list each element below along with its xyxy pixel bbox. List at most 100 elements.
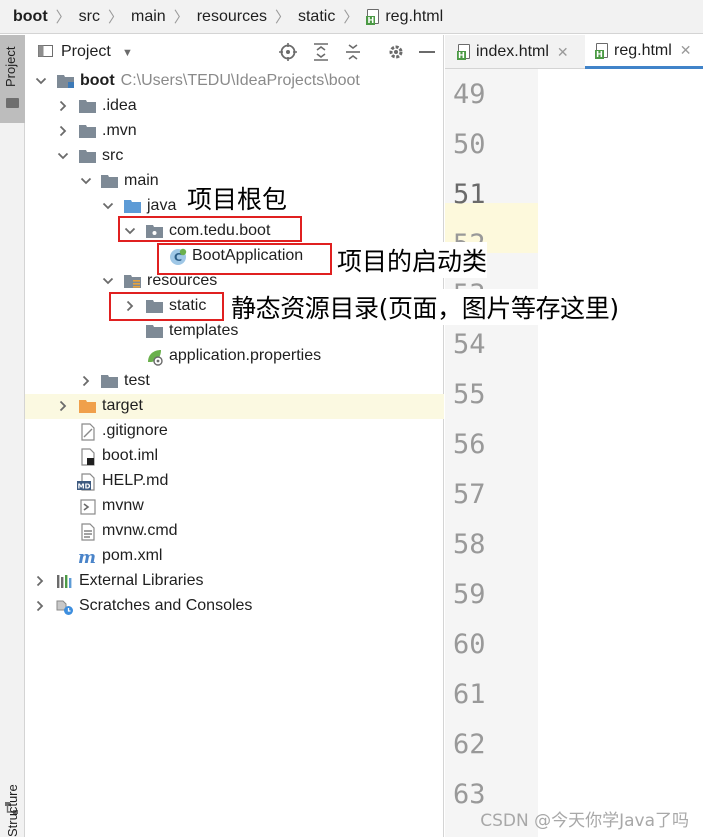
html-file-icon: H	[595, 42, 610, 59]
tool-window-strip: Project Structure	[0, 35, 25, 837]
tab-label: index.html	[476, 43, 549, 60]
chevron-right-icon[interactable]	[57, 400, 69, 412]
resources-folder-icon	[124, 273, 142, 289]
tree-item-mvnw[interactable]: mvnw	[25, 494, 444, 519]
tree-label: src	[102, 147, 124, 164]
tree-label: java	[147, 197, 177, 214]
line-number: 61	[453, 679, 486, 710]
chevron-right-icon[interactable]	[34, 600, 46, 612]
module-folder-icon	[57, 73, 75, 89]
close-icon[interactable]: ✕	[557, 44, 569, 61]
svg-text:MD: MD	[78, 483, 91, 491]
annotation-root-package: 项目根包	[187, 180, 288, 216]
tree-label: boot.iml	[102, 447, 159, 464]
line-number: 57	[453, 479, 486, 510]
project-tab-label: Project	[3, 46, 18, 87]
tree-item-test[interactable]: test	[25, 369, 444, 394]
chevron-down-icon[interactable]: ▼	[122, 47, 133, 59]
line-number: 60	[453, 629, 486, 660]
folder-icon	[79, 148, 97, 164]
tree-label: External Libraries	[79, 572, 204, 589]
chevron-down-icon[interactable]	[80, 175, 92, 187]
chevron-right-icon[interactable]	[57, 100, 69, 112]
folder-icon	[79, 123, 97, 139]
code-area[interactable]	[538, 69, 703, 837]
tree-item-boot-iml[interactable]: boot.iml	[25, 444, 444, 469]
tree-item-help-md[interactable]: MD HELP.md	[25, 469, 444, 494]
tree-item-mvn[interactable]: .mvn	[25, 119, 444, 144]
expand-all-icon[interactable]	[310, 41, 332, 63]
locate-target-icon[interactable]	[277, 41, 299, 63]
chevron-right-icon[interactable]	[57, 125, 69, 137]
breadcrumb-resources[interactable]: resources	[197, 8, 267, 26]
tree-label: .idea	[102, 97, 137, 114]
tab-reg-html[interactable]: H reg.html ✕	[585, 35, 703, 69]
line-number: 56	[453, 429, 486, 460]
tree-label: mvnw.cmd	[102, 522, 178, 539]
annotation-startup-class: 项目的启动类	[337, 242, 488, 278]
ignore-file-icon	[79, 423, 97, 441]
chevron-down-icon[interactable]	[102, 200, 114, 212]
project-tool-tab[interactable]: Project	[0, 35, 25, 123]
breadcrumb-static[interactable]: static	[298, 8, 335, 26]
maven-pom-icon: m	[77, 548, 96, 568]
line-number: 50	[453, 129, 486, 160]
tree-label: Scratches and Consoles	[79, 597, 253, 614]
tree-label: target	[102, 397, 143, 414]
watermark: CSDN @今天你学Java了吗	[480, 811, 689, 831]
line-number: 54	[453, 329, 486, 360]
tree-label: .mvn	[102, 122, 137, 139]
line-number: 49	[453, 79, 486, 110]
project-panel: Project ▼ boot C:\Users\TEDU\IdeaProjects…	[25, 35, 444, 837]
breadcrumb-main[interactable]: main	[131, 8, 166, 26]
chevron-down-icon[interactable]	[102, 275, 114, 287]
close-icon[interactable]: ✕	[680, 42, 692, 59]
tree-label: pom.xml	[102, 547, 163, 564]
tab-index-html[interactable]: H index.html ✕	[457, 35, 569, 69]
tree-label: boot C:\Users\TEDU\IdeaProjects\boot	[80, 72, 360, 89]
text-file-icon	[79, 523, 97, 541]
project-path: C:\Users\TEDU\IdeaProjects\boot	[120, 72, 360, 89]
tree-item-gitignore[interactable]: .gitignore	[25, 419, 444, 444]
breadcrumb-separator: 〉	[108, 9, 124, 26]
annotation-static-dir: 静态资源目录(页面，图片等存这里)	[231, 289, 619, 325]
editor-pane: H index.html ✕ H reg.html ✕ 495051525354…	[445, 35, 703, 837]
chevron-right-icon[interactable]	[80, 375, 92, 387]
chevron-right-icon[interactable]	[34, 575, 46, 587]
tree-label: main	[124, 172, 159, 189]
tree-item-external-libraries[interactable]: External Libraries	[25, 569, 444, 594]
gear-icon[interactable]	[385, 41, 407, 63]
structure-tab-label[interactable]: Structure	[5, 784, 20, 837]
tree-item-src[interactable]: src	[25, 144, 444, 169]
minimize-icon[interactable]	[416, 41, 438, 63]
breadcrumb-boot[interactable]: boot	[13, 8, 48, 26]
tree-item-scratches-and-consoles[interactable]: Scratches and Consoles	[25, 594, 444, 619]
breadcrumb-reg-html[interactable]: reg.html	[385, 8, 443, 26]
navigation-breadcrumb: boot 〉 src 〉 main 〉 resources 〉 static 〉…	[0, 0, 703, 34]
line-number: 55	[453, 379, 486, 410]
breadcrumb-src[interactable]: src	[79, 8, 100, 26]
markdown-file-icon: MD	[77, 473, 95, 491]
line-number: 59	[453, 579, 486, 610]
breadcrumb-separator: 〉	[274, 9, 290, 26]
tree-item-idea[interactable]: .idea	[25, 94, 444, 119]
line-number: 62	[453, 729, 486, 760]
tree-item-mvnw-cmd[interactable]: mvnw.cmd	[25, 519, 444, 544]
highlight-box-static-dir	[109, 292, 224, 321]
tree-item-pom-xml[interactable]: m pom.xml	[25, 544, 444, 569]
line-number: 58	[453, 529, 486, 560]
chevron-down-icon[interactable]	[35, 75, 47, 87]
tree-item-target[interactable]: target	[25, 394, 444, 419]
collapse-all-icon[interactable]	[342, 41, 364, 63]
project-view-selector[interactable]: Project	[61, 43, 111, 61]
folder-icon	[79, 98, 97, 114]
line-number: 51	[453, 179, 486, 210]
breadcrumb-separator: 〉	[55, 9, 71, 26]
tree-label: .gitignore	[102, 422, 168, 439]
spring-properties-icon	[146, 348, 164, 366]
tree-item-application-properties[interactable]: application.properties	[25, 344, 444, 369]
chevron-down-icon[interactable]	[57, 150, 69, 162]
excluded-folder-icon	[79, 398, 97, 414]
breadcrumb-separator: 〉	[173, 9, 189, 26]
tree-item-boot[interactable]: boot C:\Users\TEDU\IdeaProjects\boot	[25, 69, 444, 94]
